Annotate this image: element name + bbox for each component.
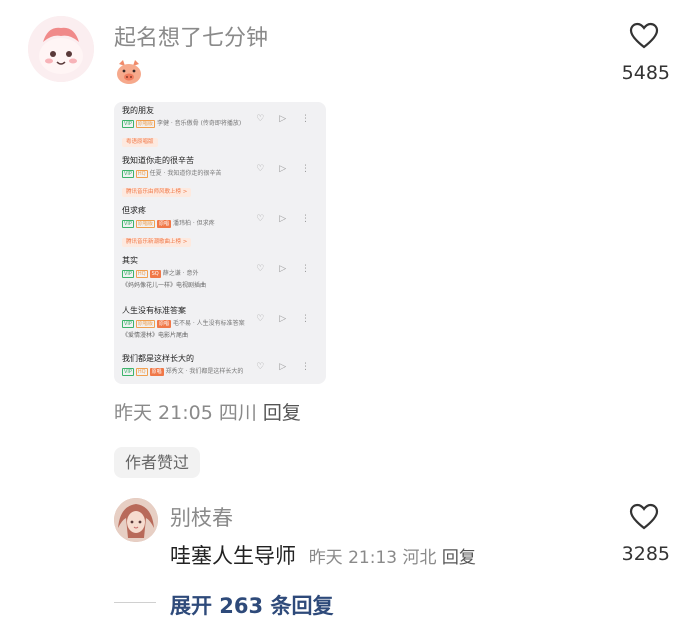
song-note: 腾讯音乐由师风歌上榜 > bbox=[122, 188, 192, 197]
song-artist: 任夏 · 我知道你走的很辛苦 bbox=[149, 170, 222, 177]
like-heart-icon[interactable] bbox=[629, 22, 659, 50]
reply-text: 哇塞人生导师 bbox=[170, 544, 296, 568]
tag-vip: VIP bbox=[122, 320, 134, 328]
commenter-username[interactable]: 起名想了七分钟 bbox=[114, 20, 268, 52]
tag-vip: VIP bbox=[122, 220, 134, 228]
tag-vip: VIP bbox=[122, 368, 134, 376]
song-artist: 郑秀文 · 我们都是这样长大的 bbox=[165, 368, 244, 375]
tag: 原唱 bbox=[156, 320, 171, 328]
author-liked-badge: 作者赞过 bbox=[114, 447, 201, 478]
replier-username[interactable]: 别枝春 bbox=[170, 502, 233, 532]
song-actions: ♡ ▷ ⋮ bbox=[256, 214, 316, 224]
like-heart-icon[interactable] bbox=[629, 503, 659, 531]
reply-button[interactable]: 回复 bbox=[442, 548, 476, 568]
song-item: 我知道你走的很辛苦 VIP HQ 任夏 · 我知道你走的很辛苦 腾讯音乐由师风歌上榜… bbox=[122, 156, 322, 197]
song-item: 其实 VIP HQ SQ 薛之谦 · 意外 《妈妈像花儿一样》电视剧插曲 ♡ ▷ ⋮ bbox=[122, 256, 322, 290]
song-artist: 毛不易 · 人生没有标准答案 bbox=[172, 320, 245, 327]
divider-line bbox=[114, 602, 156, 603]
reply-location: 河北 bbox=[402, 548, 437, 568]
song-item: 人生没有标准答案 VIP 原唱版 原唱 毛不易 · 人生没有标准答案 《爱情漫林》电影… bbox=[122, 306, 322, 340]
tag: 原唱 bbox=[149, 368, 164, 376]
comment-time: 昨天 21:05 bbox=[114, 402, 213, 424]
pig-emoji-icon bbox=[114, 58, 144, 86]
expand-replies-button[interactable]: 展开 263 条回复 bbox=[170, 590, 333, 620]
tag: 原唱 bbox=[156, 220, 171, 228]
song-item: 但求疼 VIP 原唱版 原唱 潘玮柏 · 但求疼 腾讯音乐新潮歌曲上榜 > ♡ ▷ ⋮ bbox=[122, 206, 322, 247]
song-actions: ♡ ▷ ⋮ bbox=[256, 114, 316, 124]
song-actions: ♡ ▷ ⋮ bbox=[256, 362, 316, 372]
song-note: 粤语原唱版 bbox=[122, 138, 158, 147]
tag: 原唱版 bbox=[135, 120, 155, 128]
song-desc: 《爱情漫林》电影片尾曲 bbox=[122, 332, 189, 339]
song-actions: ♡ ▷ ⋮ bbox=[256, 164, 316, 174]
comment-location: 四川 bbox=[218, 402, 257, 424]
song-artist: 薛之谦 · 意外 bbox=[162, 270, 199, 277]
tag: HQ bbox=[135, 368, 148, 376]
song-item: 我的朋友 VIP 原唱版 李健 · 音乐傲骨 (传奇即将播放) 粤语原唱版 ♡ ▷ … bbox=[122, 106, 322, 147]
reply-meta: 昨天 21:13 河北 回复 bbox=[309, 548, 476, 568]
tag-vip: VIP bbox=[122, 120, 134, 128]
song-artist: 李健 · 音乐傲骨 (传奇即将播放) bbox=[156, 120, 242, 127]
song-actions: ♡ ▷ ⋮ bbox=[256, 314, 316, 324]
reply-button[interactable]: 回复 bbox=[263, 402, 301, 424]
tag-vip: VIP bbox=[122, 170, 134, 178]
tag: SQ bbox=[149, 270, 161, 278]
reply-time: 昨天 21:13 bbox=[308, 548, 398, 568]
tag: HQ bbox=[135, 170, 148, 178]
attached-screenshot[interactable]: 我的朋友 VIP 原唱版 李健 · 音乐傲骨 (传奇即将播放) 粤语原唱版 ♡ ▷ … bbox=[114, 102, 326, 384]
commenter-avatar[interactable] bbox=[28, 16, 94, 82]
song-note: 腾讯音乐新潮歌曲上榜 > bbox=[122, 238, 192, 247]
song-actions: ♡ ▷ ⋮ bbox=[256, 264, 316, 274]
song-item: 我们都是这样长大的 VIP HQ 原唱 郑秀文 · 我们都是这样长大的 ♡ ▷ ⋮ bbox=[122, 354, 322, 376]
comment-meta: 昨天 21:05 四川 回复 bbox=[114, 398, 301, 425]
tag: 原唱版 bbox=[135, 220, 155, 228]
like-count: 5485 bbox=[621, 62, 670, 84]
tag: 原唱版 bbox=[135, 320, 155, 328]
tag: HQ bbox=[135, 270, 148, 278]
replier-avatar[interactable] bbox=[114, 498, 158, 542]
song-artist: 潘玮柏 · 但求疼 bbox=[172, 220, 215, 227]
tag-vip: VIP bbox=[122, 270, 134, 278]
reply-like-count: 3285 bbox=[621, 543, 670, 565]
song-desc: 《妈妈像花儿一样》电视剧插曲 bbox=[122, 282, 207, 289]
reply-content: 哇塞人生导师 昨天 21:13 河北 回复 bbox=[170, 540, 476, 570]
